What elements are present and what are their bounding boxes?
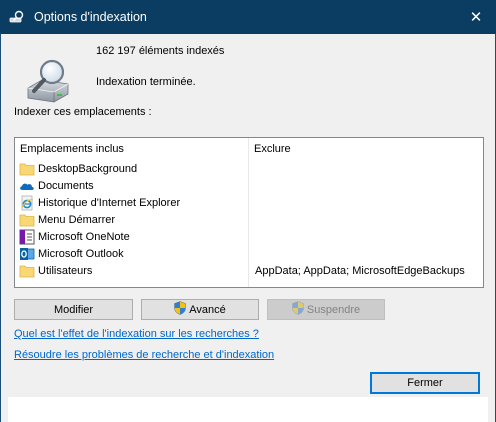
close-window-button[interactable]: ✕	[456, 0, 496, 34]
exclude-value: AppData; AppData; MicrosoftEdgeBackups	[255, 265, 465, 277]
column-header-included[interactable]: Emplacements inclus	[20, 143, 124, 155]
window-frame-left	[0, 34, 1, 422]
title-bar: Options d'indexation ✕	[0, 0, 496, 34]
internet-explorer-icon	[19, 195, 35, 211]
location-label: Microsoft OneNote	[38, 231, 130, 243]
indexing-effect-link[interactable]: Quel est l'effet de l'indexation sur les…	[14, 328, 259, 340]
locations-section-label: Indexer ces emplacements :	[14, 106, 152, 118]
location-row[interactable]: Utilisateurs AppData; AppData; Microsoft…	[19, 263, 479, 280]
advanced-button[interactable]: Avancé	[141, 299, 259, 320]
location-label: Documents	[38, 180, 94, 192]
folder-icon	[19, 263, 35, 279]
location-label: Menu Démarrer	[38, 214, 116, 226]
suspend-button-label: Suspendre	[306, 303, 361, 316]
indexing-app-icon	[9, 10, 25, 27]
close-button[interactable]: Fermer	[370, 372, 480, 394]
location-row[interactable]: Microsoft Outlook	[19, 246, 479, 263]
modify-button[interactable]: Modifier	[14, 299, 133, 320]
location-row[interactable]: Documents	[19, 178, 479, 195]
uac-shield-icon	[174, 301, 186, 318]
close-icon: ✕	[469, 9, 483, 26]
indexed-locations-list[interactable]: Emplacements inclus Exclure DesktopBackg…	[14, 137, 484, 288]
folder-icon	[19, 212, 35, 228]
column-header-exclude[interactable]: Exclure	[254, 143, 291, 155]
indexed-items-count: 162 197 éléments indexés	[96, 45, 225, 57]
onenote-icon	[19, 229, 35, 245]
uac-shield-icon	[292, 301, 304, 318]
location-row[interactable]: Historique d'Internet Explorer	[19, 195, 479, 212]
folder-icon	[19, 161, 35, 177]
bottom-strip	[8, 397, 488, 422]
location-label: Historique d'Internet Explorer	[38, 197, 181, 209]
onedrive-cloud-icon	[19, 178, 35, 194]
location-row[interactable]: Microsoft OneNote	[19, 229, 479, 246]
indexing-magnifier-drive-icon	[24, 58, 76, 109]
location-row[interactable]: Menu Démarrer	[19, 212, 479, 229]
modify-button-label: Modifier	[53, 303, 94, 316]
close-button-label: Fermer	[407, 377, 443, 389]
outlook-icon	[19, 246, 35, 262]
indexing-status: Indexation terminée.	[96, 76, 196, 88]
location-label: DesktopBackground	[38, 163, 138, 175]
advanced-button-label: Avancé	[189, 303, 226, 316]
location-row[interactable]: DesktopBackground	[19, 161, 479, 178]
location-label: Utilisateurs	[38, 265, 93, 277]
window-title: Options d'indexation	[34, 10, 147, 24]
location-label: Microsoft Outlook	[38, 248, 124, 260]
troubleshoot-link[interactable]: Résoudre les problèmes de recherche et d…	[14, 349, 274, 361]
suspend-button[interactable]: Suspendre	[267, 299, 385, 320]
